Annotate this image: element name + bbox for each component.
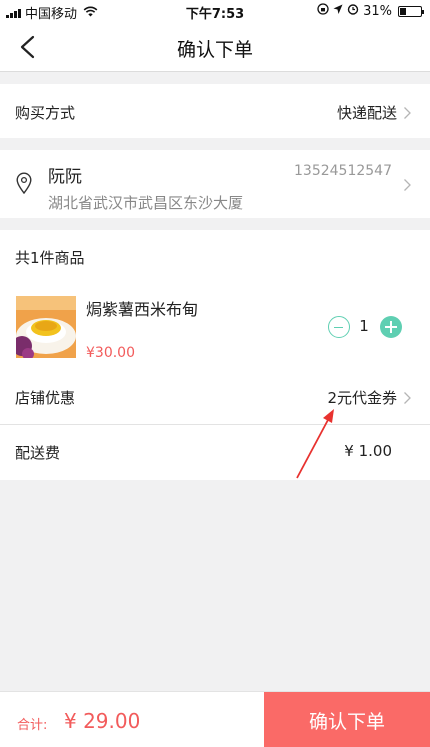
- store-discount-label: 店铺优惠: [15, 389, 76, 407]
- battery-percent: 31%: [363, 3, 392, 19]
- total-label: 合计:: [17, 718, 48, 733]
- alarm-icon: [347, 3, 359, 19]
- chevron-right-icon: [403, 177, 412, 191]
- store-discount-row[interactable]: 店铺优惠 2元代金券: [0, 370, 430, 424]
- product-name: 焗紫薯西米布甸: [86, 300, 199, 319]
- product-price: ¥30.00: [86, 345, 135, 361]
- delivery-fee-label: 配送费: [15, 444, 61, 462]
- status-bar: 中国移动 下午7:53 31%: [0, 0, 430, 22]
- location-pin-icon: [16, 172, 32, 198]
- quantity-increase-button[interactable]: [380, 316, 402, 338]
- quantity-value: 1: [359, 317, 369, 335]
- nav-bar: 确认下单: [0, 22, 430, 72]
- delivery-fee-value: ¥ 1.00: [344, 442, 392, 460]
- purchase-method-row[interactable]: 购买方式 快递配送: [0, 84, 430, 138]
- product-image: [16, 296, 76, 358]
- bottom-bar: 合计: ¥ 29.00 确认下单: [0, 691, 430, 747]
- battery-icon: [398, 5, 424, 17]
- quantity-decrease-button[interactable]: [328, 316, 350, 338]
- page-title: 确认下单: [176, 39, 253, 61]
- location-icon: [333, 4, 343, 19]
- total-value: ¥ 29.00: [64, 709, 141, 733]
- store-discount-value: 2元代金券: [327, 389, 397, 407]
- orientation-lock-icon: [317, 3, 329, 19]
- recipient-name: 阮阮: [48, 167, 82, 187]
- purchase-method-value: 快递配送: [336, 104, 397, 122]
- recipient-phone: 13524512547: [294, 163, 392, 179]
- address-row[interactable]: 阮阮 13524512547 湖北省武汉市武昌区东沙大厦: [0, 150, 430, 218]
- status-right: 31%: [317, 3, 424, 19]
- address-detail: 湖北省武汉市武昌区东沙大厦: [48, 194, 244, 212]
- goods-count-label: 共1件商品: [15, 249, 85, 267]
- purchase-method-label: 购买方式: [15, 104, 76, 122]
- delivery-fee-row: 配送费 ¥ 1.00: [0, 425, 430, 479]
- confirm-order-button[interactable]: 确认下单: [264, 692, 430, 747]
- chevron-right-icon: [403, 105, 412, 119]
- chevron-right-icon: [403, 390, 412, 404]
